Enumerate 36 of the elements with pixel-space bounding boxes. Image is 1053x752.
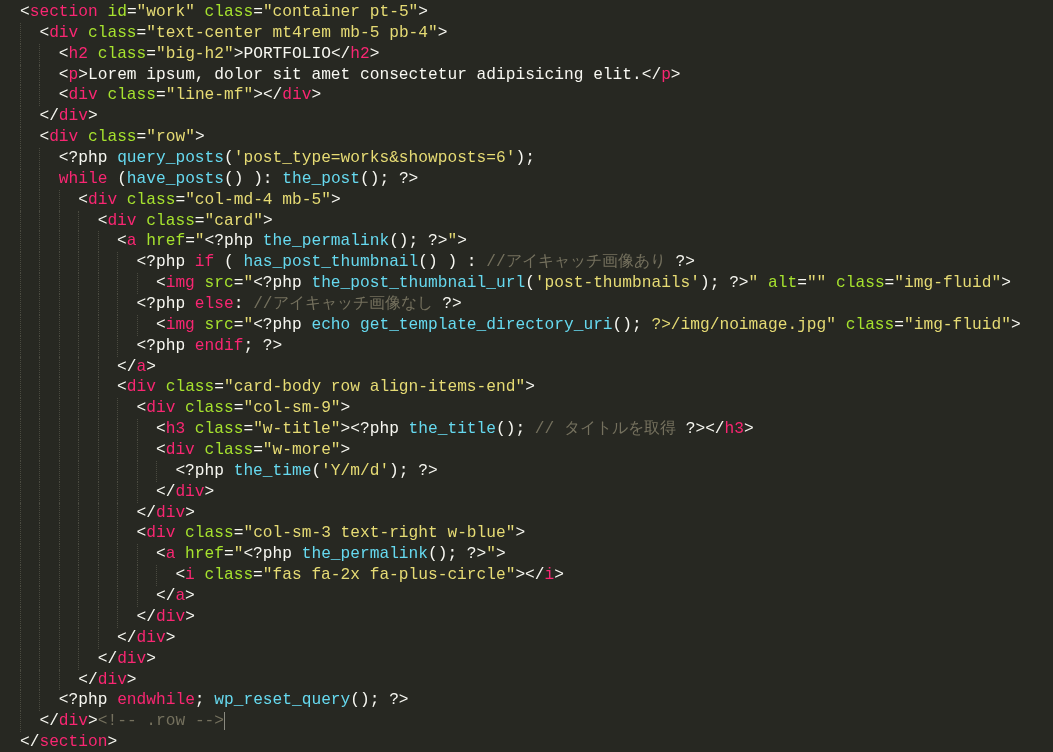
code-line: </div> xyxy=(78,669,137,691)
code-line: <div class="col-sm-9"> xyxy=(136,398,351,420)
code-line: <h3 class="w-title"><?php the_title(); // タイトルを取得 ?></h3> xyxy=(155,419,754,441)
code-line: <div class="card-body row align-items-end"> xyxy=(117,377,535,399)
code-line: </div> xyxy=(97,648,156,670)
code-line: <section id="work" class="container pt-5"> xyxy=(20,2,429,23)
code-line: </div> xyxy=(136,606,195,628)
code-line: <?php else: //アイキャッチ画像なし ?> xyxy=(136,294,462,315)
code-line: <img src="<?php echo get_template_directory_uri(); ?>/img/noimage.jpg" class="img-fluid"> xyxy=(155,314,1021,336)
code-line: <a href="<?php the_permalink(); ?>"> xyxy=(117,231,467,253)
code-line: <?php query_posts('post_type=works&showposts=6'); xyxy=(58,148,535,169)
code-line: <div class="row"> xyxy=(39,127,205,148)
code-line: <img src="<?php the_post_thumbnail_url('post-thumbnails'); ?>" alt="" class="img-fluid"> xyxy=(155,273,1011,295)
code-line: <div class="col-md-4 mb-5"> xyxy=(78,189,341,211)
code-line: <div class="w-more"> xyxy=(155,440,351,461)
code-line: <div class="card"> xyxy=(97,210,273,232)
code-line: <div class="line-mf"></div> xyxy=(58,85,322,107)
code-line: </div> xyxy=(117,627,176,649)
code-line: <?php endwhile; wp_reset_query(); ?> xyxy=(58,690,409,712)
code-line: <?php endif; ?> xyxy=(136,335,283,357)
code-line: <?php if ( has_post_thumbnail() ) : //アイキャッチ画像あり ?> xyxy=(136,252,695,274)
code-line: </div> xyxy=(136,502,195,524)
code-line: </div> xyxy=(155,481,215,503)
code-line: <a href="<?php the_permalink(); ?>"> xyxy=(155,544,506,566)
code-line: <div class="col-sm-3 text-right w-blue"> xyxy=(136,523,526,545)
code-line: </a> xyxy=(155,586,195,607)
code-line: <h2 class="big-h2">PORTFOLIO</h2> xyxy=(58,43,380,65)
code-line: <i class="fas fa-2x fa-plus-circle"></i> xyxy=(175,565,564,587)
code-line: </div> xyxy=(39,106,98,128)
code-line: <p>Lorem ipsum, dolor sit amet consectetur adipisicing elit.</p> xyxy=(58,64,681,86)
code-line: <?php the_time('Y/m/d'); ?> xyxy=(175,460,438,482)
code-line: </a> xyxy=(117,356,156,378)
code-line: </section> xyxy=(20,732,118,752)
code-line: </div><!-- .row --> xyxy=(39,711,225,733)
code-line: <div class="text-center mt4rem mb-5 pb-4"> xyxy=(39,22,448,44)
code-line: while (have_posts() ): the_post(); ?> xyxy=(58,168,419,190)
